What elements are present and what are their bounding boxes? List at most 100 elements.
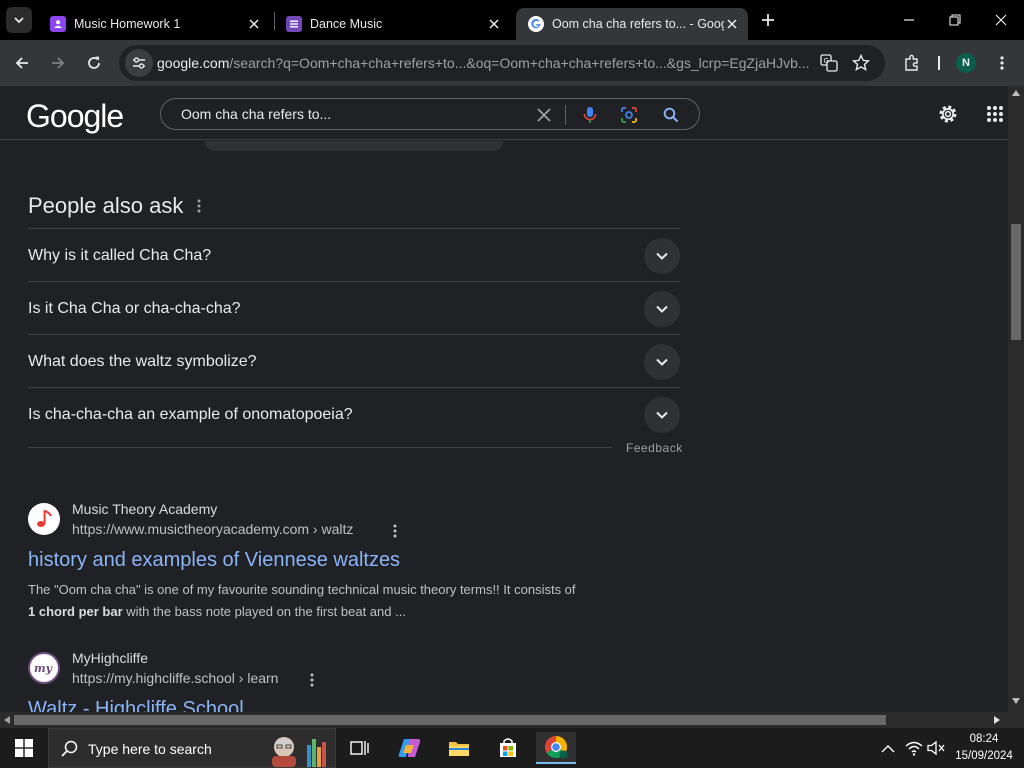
result-options-button[interactable]: [388, 522, 402, 540]
result-site-name[interactable]: MyHighcliffe: [72, 650, 148, 666]
lens-search-button[interactable]: [618, 104, 640, 126]
paa-question[interactable]: What does the waltz symbolize?: [28, 334, 680, 387]
volume-button[interactable]: [926, 738, 946, 758]
feedback-divider: [28, 447, 612, 448]
task-view-button[interactable]: [340, 732, 380, 764]
result-url[interactable]: https://www.musictheoryacademy.com › wal…: [72, 521, 353, 537]
copilot-icon: [398, 739, 421, 757]
expand-button[interactable]: [644, 238, 680, 274]
new-tab-button[interactable]: [756, 8, 780, 32]
apps-grid-icon: [987, 106, 1003, 122]
result-site-name[interactable]: Music Theory Academy: [72, 501, 217, 517]
tab-google-search[interactable]: Oom cha cha refers to... - Google: [516, 8, 748, 40]
arrow-right-icon: [52, 57, 65, 69]
result-title-link[interactable]: Waltz - Highcliffe School: [28, 698, 244, 712]
minimize-button[interactable]: [886, 0, 932, 40]
paa-question[interactable]: Why is it called Cha Cha?: [28, 228, 680, 281]
snippet-text: The "Oom cha cha" is one of my favourite…: [28, 582, 576, 597]
vertical-scroll-thumb[interactable]: [1011, 224, 1021, 340]
feedback-link[interactable]: Feedback: [626, 441, 683, 455]
close-icon[interactable]: [724, 16, 740, 32]
scroll-down-arrow-icon[interactable]: [1012, 698, 1020, 704]
system-clock[interactable]: 08:24 15/09/2024: [952, 731, 1016, 765]
microsoft-store-button[interactable]: [488, 732, 528, 764]
search-input[interactable]: Oom cha cha refers to...: [181, 106, 331, 122]
search-box[interactable]: Oom cha cha refers to...: [160, 98, 700, 130]
forward-button[interactable]: [44, 49, 72, 77]
vertical-scrollbar[interactable]: [1008, 86, 1024, 712]
taskbar-search-placeholder: Type here to search: [88, 741, 212, 757]
extensions-button[interactable]: [898, 49, 926, 77]
chrome-taskbar-button[interactable]: [536, 732, 576, 764]
restore-button[interactable]: [932, 0, 978, 40]
tune-icon: [133, 57, 145, 69]
translate-button[interactable]: G: [815, 49, 843, 77]
windows-logo-icon: [15, 739, 33, 757]
tab-music-homework[interactable]: Music Homework 1: [38, 8, 270, 40]
scroll-left-arrow-icon[interactable]: [4, 716, 10, 724]
result-options-button[interactable]: [305, 671, 319, 689]
network-button[interactable]: [904, 738, 924, 758]
search-submit-button[interactable]: [660, 104, 682, 126]
reload-button[interactable]: [80, 49, 108, 77]
tab-title: Music Homework 1: [74, 17, 181, 31]
bookmark-button[interactable]: [847, 49, 875, 77]
more-vert-icon: [310, 673, 314, 687]
paa-options-button[interactable]: [190, 197, 208, 215]
back-button[interactable]: [8, 49, 36, 77]
horizontal-scroll-thumb[interactable]: [14, 715, 886, 725]
horizontal-scrollbar[interactable]: [0, 712, 1008, 728]
clear-search-button[interactable]: [533, 104, 555, 126]
close-window-button[interactable]: [978, 0, 1024, 40]
google-classroom-icon: [50, 16, 66, 32]
file-explorer-button[interactable]: [439, 732, 479, 764]
chevron-down-icon: [656, 358, 668, 366]
result-url[interactable]: https://my.highcliffe.school › learn: [72, 670, 278, 686]
scroll-right-arrow-icon[interactable]: [994, 716, 1000, 724]
google-apps-button[interactable]: [983, 102, 1007, 126]
close-icon[interactable]: [246, 16, 262, 32]
close-icon[interactable]: [486, 16, 502, 32]
site-info-button[interactable]: [125, 49, 153, 77]
toolbar-divider: [938, 56, 940, 70]
google-g-icon: [528, 16, 544, 32]
tab-search-button[interactable]: [6, 7, 32, 33]
chevron-up-icon: [881, 744, 895, 752]
expand-button[interactable]: [644, 291, 680, 327]
chevron-down-icon: [656, 252, 668, 260]
clock-date: 15/09/2024: [955, 750, 1013, 762]
paa-question-text: Why is it called Cha Cha?: [28, 247, 212, 264]
expand-button[interactable]: [644, 397, 680, 433]
expand-button[interactable]: [644, 344, 680, 380]
chrome-menu-button[interactable]: [988, 49, 1016, 77]
paa-question[interactable]: Is it Cha Cha or cha-cha-cha?: [28, 281, 680, 334]
address-bar[interactable]: google.com/search?q=Oom+cha+cha+refers+t…: [119, 45, 885, 81]
search-icon: [663, 107, 679, 123]
copilot-button[interactable]: [390, 732, 430, 764]
search-results-page: People also ask Why is it called Cha Cha…: [0, 141, 1008, 712]
url-text[interactable]: google.com/search?q=Oom+cha+cha+refers+t…: [157, 55, 809, 71]
search-result: Music Theory Academy https://www.musicth…: [28, 501, 688, 623]
tab-title: Oom cha cha refers to... - Google: [552, 17, 724, 31]
show-hidden-icons-button[interactable]: [878, 738, 898, 758]
voice-search-button[interactable]: [579, 104, 601, 126]
settings-button[interactable]: [936, 102, 960, 126]
gear-icon: [939, 105, 957, 123]
scroll-up-arrow-icon[interactable]: [1012, 90, 1020, 96]
chevron-down-icon: [656, 305, 668, 313]
arrow-left-icon: [15, 57, 28, 69]
result-snippet: The "Oom cha cha" is one of my favourite…: [28, 579, 648, 623]
taskbar-search-box[interactable]: Type here to search: [48, 728, 336, 768]
google-logo[interactable]: Google: [26, 98, 124, 135]
translate-icon: G: [820, 54, 838, 72]
tab-dance-music[interactable]: Dance Music: [274, 8, 510, 40]
result-title-link[interactable]: history and examples of Viennese waltzes: [28, 549, 400, 572]
snippet-text: with the bass note played on the first b…: [122, 604, 406, 619]
paa-question[interactable]: Is cha-cha-cha an example of onomatopoei…: [28, 387, 680, 440]
profile-avatar[interactable]: N: [956, 53, 976, 73]
puzzle-icon: [905, 54, 918, 71]
close-icon: [537, 108, 551, 122]
start-button[interactable]: [0, 728, 48, 768]
browser-toolbar: google.com/search?q=Oom+cha+cha+refers+t…: [0, 40, 1024, 86]
previous-card-fragment: [205, 141, 503, 151]
